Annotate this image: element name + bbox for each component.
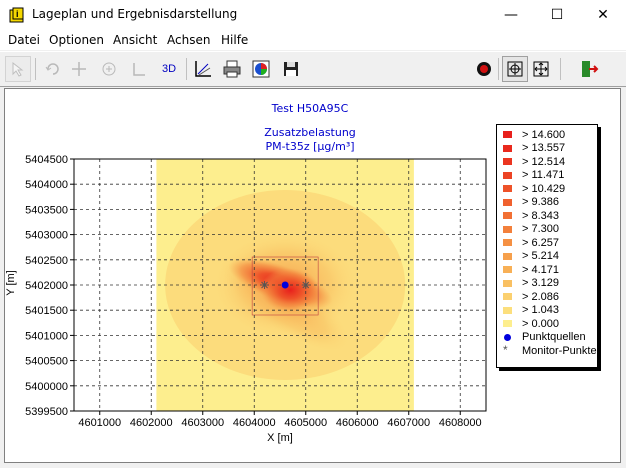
legend-entry: > 10.429 bbox=[503, 182, 565, 195]
monitor-point bbox=[260, 281, 269, 289]
legend-entry-punktquellen: Punktquellen bbox=[503, 331, 586, 344]
legend-entry-monitor: * Monitor-Punkte bbox=[503, 344, 597, 357]
monitor-point bbox=[301, 281, 310, 289]
legend-swatch bbox=[503, 198, 512, 206]
legend-entry: > 8.343 bbox=[503, 209, 559, 222]
y-tick-label: 5402000 bbox=[25, 280, 68, 292]
legend-swatch bbox=[503, 239, 512, 246]
x-tick-label: 4602000 bbox=[130, 417, 173, 429]
legend-entry: > 13.557 bbox=[503, 142, 565, 155]
legend-swatch bbox=[503, 144, 512, 152]
legend-label: > 13.557 bbox=[522, 142, 566, 154]
legend-entry: > 14.600 bbox=[503, 128, 565, 141]
y-tick-label: 5403500 bbox=[25, 204, 68, 216]
legend-entry: > 6.257 bbox=[503, 236, 559, 249]
legend-swatch bbox=[503, 131, 512, 138]
x-tick-label: 4608000 bbox=[439, 417, 482, 429]
legend-label: > 12.514 bbox=[522, 155, 566, 168]
legend-entry: > 9.386 bbox=[503, 196, 559, 209]
y-tick-label: 5404500 bbox=[25, 154, 68, 166]
legend-label: > 5.214 bbox=[522, 250, 560, 262]
x-tick-label: 4605000 bbox=[284, 417, 327, 429]
legend-entry: > 2.086 bbox=[503, 290, 559, 303]
legend-swatch bbox=[503, 212, 512, 219]
y-tick-label: 5401000 bbox=[25, 330, 68, 342]
legend-swatch bbox=[503, 320, 512, 327]
y-tick-label: 5401500 bbox=[25, 305, 68, 317]
x-tick-label: 4604000 bbox=[233, 417, 276, 429]
legend-swatch bbox=[503, 252, 512, 260]
x-tick-label: 4603000 bbox=[181, 417, 224, 429]
legend-entry: > 0.000 bbox=[503, 317, 559, 330]
y-axis-label: Y [m] bbox=[5, 270, 17, 295]
legend-swatch bbox=[503, 158, 512, 165]
y-tick-label: 5400000 bbox=[25, 381, 68, 393]
legend-swatch bbox=[503, 293, 512, 300]
legend-entry: > 7.300 bbox=[503, 223, 559, 236]
x-tick-label: 4606000 bbox=[336, 417, 379, 429]
legend-label: > 8.343 bbox=[522, 209, 560, 222]
y-tick-label: 5403000 bbox=[25, 230, 68, 242]
asterisk-icon: * bbox=[503, 343, 508, 357]
point-source-icon bbox=[504, 333, 511, 341]
legend-entry: > 4.171 bbox=[503, 263, 559, 276]
legend-swatch bbox=[503, 266, 512, 273]
legend-label: > 10.429 bbox=[522, 182, 566, 195]
y-tick-label: 5404000 bbox=[25, 179, 68, 191]
legend-label: > 7.300 bbox=[522, 223, 560, 235]
x-tick-label: 4601000 bbox=[78, 417, 121, 429]
legend-label: > 1.043 bbox=[522, 304, 560, 316]
y-tick-label: 5402500 bbox=[25, 255, 68, 267]
x-axis-label: X [m] bbox=[267, 432, 293, 444]
point-source bbox=[281, 281, 289, 289]
legend-swatch bbox=[503, 279, 512, 287]
legend-label: > 14.600 bbox=[522, 128, 566, 141]
y-tick-label: 5400500 bbox=[25, 356, 68, 368]
legend-label: > 4.171 bbox=[522, 263, 560, 276]
legend-swatch bbox=[503, 306, 512, 314]
legend-entry: > 12.514 bbox=[503, 155, 565, 168]
legend-entry: > 3.129 bbox=[503, 277, 559, 290]
legend-label: > 3.129 bbox=[522, 277, 560, 289]
legend-swatch bbox=[503, 171, 512, 179]
legend-label: Monitor-Punkte bbox=[522, 344, 597, 357]
plume-peak bbox=[260, 268, 321, 312]
legend-label: > 9.386 bbox=[522, 196, 560, 208]
legend-swatch bbox=[503, 185, 512, 192]
legend-entry: > 5.214 bbox=[503, 250, 559, 263]
y-tick-label: 5399500 bbox=[25, 406, 68, 418]
legend-label: > 11.471 bbox=[522, 169, 565, 181]
legend-label: > 0.000 bbox=[522, 317, 560, 330]
legend-label: > 6.257 bbox=[522, 236, 560, 249]
legend-entry: > 1.043 bbox=[503, 304, 559, 317]
legend-entry: > 11.471 bbox=[503, 169, 564, 182]
legend: > 14.600 > 13.557 > 12.514 > 11.471 > 10.429… bbox=[496, 124, 598, 368]
legend-label: > 2.086 bbox=[522, 290, 560, 303]
legend-swatch bbox=[503, 225, 512, 233]
x-tick-label: 4607000 bbox=[387, 417, 430, 429]
legend-label: Punktquellen bbox=[522, 331, 586, 343]
